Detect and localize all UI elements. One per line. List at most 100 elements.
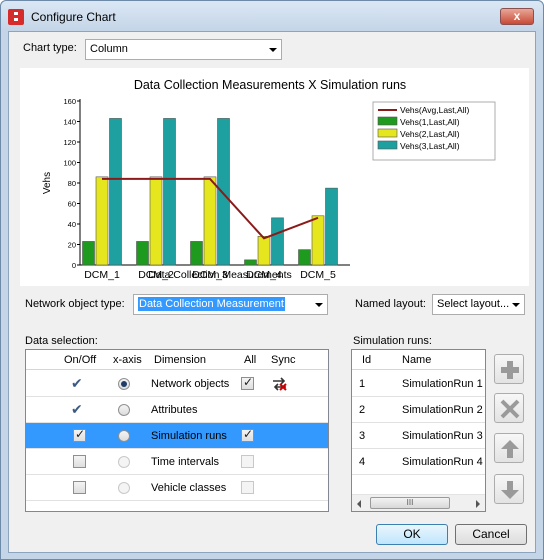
- ok-button[interactable]: OK: [376, 524, 448, 545]
- data-selection-header: On/Off x-axis Dimension All Sync: [26, 350, 328, 370]
- bar-Vehs(2,Last,All): [257, 236, 271, 266]
- bar-Vehs(1,Last,All): [190, 241, 203, 266]
- all-checkbox[interactable]: [241, 375, 254, 390]
- run-id: 4: [359, 456, 366, 468]
- network-object-type-select[interactable]: Data Collection Measurement: [133, 294, 328, 315]
- named-layout-select[interactable]: Select layout...: [432, 294, 525, 315]
- scroll-thumb[interactable]: III: [370, 497, 450, 509]
- simulation-run-row[interactable]: 4 SimulationRun 4: [352, 449, 485, 475]
- data-selection-row[interactable]: Time intervals: [26, 449, 328, 475]
- y-tick-label: 140: [63, 118, 76, 127]
- xaxis-radio[interactable]: [118, 430, 130, 442]
- bar-Vehs(1,Last,All): [136, 241, 149, 266]
- scroll-left-icon[interactable]: [357, 500, 361, 508]
- y-tick-label: 20: [68, 241, 76, 250]
- all-checkbox[interactable]: [241, 455, 254, 468]
- legend-label: Vehs(1,Last,All): [400, 117, 460, 127]
- move-up-button[interactable]: [494, 433, 524, 463]
- legend-swatch: [377, 128, 398, 138]
- col-all[interactable]: All: [244, 354, 256, 366]
- col-onoff[interactable]: On/Off: [64, 354, 96, 366]
- chevron-down-icon: [269, 48, 277, 52]
- onoff-checkbox[interactable]: [73, 427, 86, 442]
- col-name[interactable]: Name: [402, 354, 431, 366]
- simulation-run-row[interactable]: 1 SimulationRun 1: [352, 371, 485, 397]
- delete-button[interactable]: [494, 393, 524, 423]
- onoff-checkbox[interactable]: [73, 481, 86, 494]
- x-tick-label: DCM_5: [300, 269, 336, 281]
- bar-Vehs(3,Last,All): [163, 118, 176, 266]
- close-button[interactable]: x: [500, 8, 534, 25]
- simulation-run-row[interactable]: 3 SimulationRun 3: [352, 423, 485, 449]
- bar-Vehs(3,Last,All): [325, 187, 338, 266]
- app-icon: [8, 9, 24, 25]
- dimension-name: Vehicle classes: [151, 482, 227, 494]
- cancel-button[interactable]: Cancel: [455, 524, 527, 545]
- y-tick-label: 100: [63, 159, 76, 168]
- dimension-name: Time intervals: [151, 456, 220, 468]
- data-selection-row[interactable]: ✔ Attributes: [26, 397, 328, 423]
- delete-icon: [500, 399, 520, 419]
- y-tick-label: 80: [68, 179, 76, 188]
- named-layout-label: Named layout:: [355, 298, 426, 310]
- xaxis-radio[interactable]: [118, 456, 130, 468]
- y-tick-label: 40: [68, 220, 76, 229]
- chart-title: Data Collection Measurements X Simulatio…: [134, 78, 406, 92]
- enabled-tick-icon: ✔: [71, 401, 83, 417]
- bar-Vehs(1,Last,All): [82, 241, 95, 266]
- add-button[interactable]: [494, 354, 524, 384]
- bar-Vehs(2,Last,All): [95, 176, 109, 266]
- col-id[interactable]: Id: [362, 354, 371, 366]
- chart-type-select[interactable]: Column: [85, 39, 282, 60]
- legend-swatch: [377, 140, 398, 150]
- named-layout-value: Select layout...: [437, 298, 510, 310]
- network-object-type-value: Data Collection Measurement: [138, 297, 285, 311]
- legend-label: Vehs(Avg,Last,All): [400, 105, 469, 115]
- xaxis-radio[interactable]: [118, 482, 130, 494]
- all-checkbox[interactable]: [241, 427, 254, 442]
- chart-type-value: Column: [90, 43, 128, 55]
- bar-Vehs(2,Last,All): [311, 215, 325, 266]
- bar-Vehs(3,Last,All): [271, 217, 284, 266]
- data-selection-row[interactable]: ✔ Network objects: [26, 371, 328, 397]
- data-selection-grid: On/Off x-axis Dimension All Sync ✔ Networ…: [25, 349, 329, 512]
- x-axis-title: Data Collection Measurements: [148, 269, 292, 281]
- data-selection-row[interactable]: Simulation runs: [26, 423, 328, 449]
- onoff-checkbox[interactable]: [73, 455, 86, 468]
- data-selection-row[interactable]: Vehicle classes: [26, 475, 328, 501]
- xaxis-radio[interactable]: [118, 378, 130, 390]
- title-bar[interactable]: Configure Chart x: [1, 1, 543, 31]
- bar-Vehs(2,Last,All): [203, 176, 217, 266]
- simulation-runs-header: Id Name: [352, 350, 485, 370]
- sync-off-icon[interactable]: [271, 376, 289, 392]
- bar-Vehs(1,Last,All): [244, 259, 257, 266]
- col-xaxis[interactable]: x-axis: [113, 354, 142, 366]
- simulation-run-row[interactable]: 2 SimulationRun 2: [352, 397, 485, 423]
- move-down-icon: [501, 481, 519, 499]
- run-name: SimulationRun 3: [402, 430, 483, 442]
- chevron-down-icon: [315, 303, 323, 307]
- run-id: 1: [359, 378, 366, 390]
- move-down-button[interactable]: [494, 474, 524, 504]
- simulation-runs-grid: Id Name 1 SimulationRun 1 2 SimulationRun 2…: [351, 349, 486, 512]
- all-checkbox[interactable]: [241, 481, 254, 494]
- xaxis-radio[interactable]: [118, 404, 130, 416]
- chart-type-label: Chart type:: [23, 42, 77, 54]
- dimension-name: Attributes: [151, 404, 198, 416]
- chevron-down-icon: [512, 303, 520, 307]
- y-tick-label: 0: [72, 261, 76, 270]
- y-tick-label: 120: [63, 138, 76, 147]
- dimension-name: Simulation runs: [151, 430, 227, 442]
- enabled-tick-icon: ✔: [71, 375, 83, 391]
- dimension-name: Network objects: [151, 378, 230, 390]
- scroll-right-icon[interactable]: [476, 500, 480, 508]
- configure-chart-window: Configure Chart x Chart type: Column Dat…: [0, 0, 544, 560]
- bar-Vehs(3,Last,All): [217, 118, 230, 266]
- col-dimension[interactable]: Dimension: [154, 354, 206, 366]
- horizontal-scrollbar[interactable]: III: [352, 494, 485, 511]
- dialog-body: Chart type: Column Data Collection Measu…: [8, 31, 536, 553]
- legend-label: Vehs(3,Last,All): [400, 141, 460, 151]
- col-sync[interactable]: Sync: [271, 354, 295, 366]
- column-chart: Data Collection Measurements X Simulatio…: [42, 78, 496, 281]
- legend-label: Vehs(2,Last,All): [400, 129, 460, 139]
